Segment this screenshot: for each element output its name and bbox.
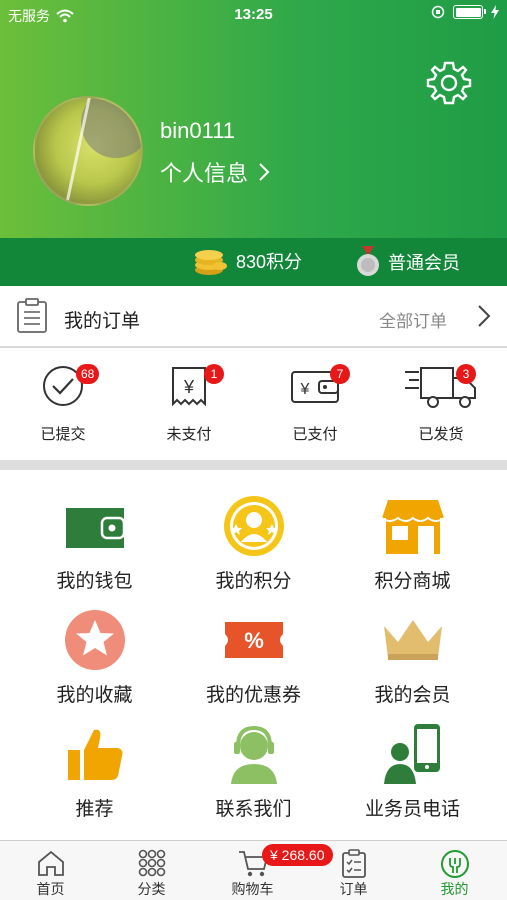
shipped-count-badge: 3 xyxy=(456,364,476,384)
customer-service-icon xyxy=(230,725,277,784)
coupon-icon: % xyxy=(224,622,283,658)
settings-gear-icon[interactable] xyxy=(426,60,472,106)
tab-label: 分类 xyxy=(137,881,166,897)
svg-text:¥: ¥ xyxy=(300,381,310,398)
member-level-label: 普通会员 xyxy=(388,253,460,273)
profile-info-label: 个人信息 xyxy=(160,161,249,186)
store-icon xyxy=(380,500,445,554)
points-balance[interactable]: 830积分 xyxy=(194,246,302,276)
tab-category[interactable]: 分类 xyxy=(101,841,202,900)
thumbs-up-icon xyxy=(67,729,122,780)
svg-text:%: % xyxy=(244,628,264,653)
status-label-submitted: 已提交 xyxy=(40,426,86,443)
medal-icon xyxy=(357,246,379,276)
battery-icon xyxy=(453,5,486,19)
tab-profile[interactable]: 我的 xyxy=(404,841,505,900)
clipboard-icon xyxy=(17,298,47,333)
svg-text:¥: ¥ xyxy=(183,377,195,397)
unpaid-count-badge: 1 xyxy=(204,364,224,384)
order-status-submitted[interactable]: 68 已提交 xyxy=(0,350,126,460)
menu-label: 业务员电话 xyxy=(364,799,460,820)
menu-label: 我的优惠券 xyxy=(205,685,301,706)
salesman-phone-icon xyxy=(383,724,440,784)
menu-label: 我的收藏 xyxy=(56,685,133,706)
all-orders-link[interactable]: 全部订单 xyxy=(379,307,447,332)
order-list-icon xyxy=(341,849,366,878)
points-medal-icon xyxy=(223,496,284,556)
order-status-shipped[interactable]: 3 已发货 xyxy=(378,350,504,460)
order-status-paid[interactable]: ¥ 7 已支付 xyxy=(252,350,378,460)
member-level[interactable]: 普通会员 xyxy=(356,246,460,278)
menu-my-coupons[interactable]: % 我的优惠券 xyxy=(169,590,338,706)
cart-total-badge: ¥ 268.60 xyxy=(262,844,333,866)
order-status-row: 68 已提交 ¥ 1 未支付 ¥ 7 已支付 3 已发货 xyxy=(0,350,507,460)
menu-my-membership[interactable]: 我的会员 xyxy=(328,590,497,706)
menu-my-points[interactable]: 我的积分 xyxy=(169,476,338,592)
menu-label: 我的积分 xyxy=(215,571,292,592)
my-orders-title: 我的订单 xyxy=(64,311,141,332)
wallet-icon xyxy=(65,508,125,548)
points-label: 830积分 xyxy=(236,252,303,272)
profile-icon xyxy=(440,850,469,878)
tab-label: 订单 xyxy=(339,881,368,897)
chevron-right-icon xyxy=(478,305,491,327)
section-divider xyxy=(0,460,507,470)
submitted-count-badge: 68 xyxy=(76,364,100,384)
avatar[interactable] xyxy=(33,96,143,206)
category-grid-icon xyxy=(138,849,165,877)
tab-label: 购物车 xyxy=(231,881,274,897)
points-bar: 830积分 普通会员 xyxy=(0,238,507,286)
menu-label: 推荐 xyxy=(75,799,114,820)
chevron-right-icon xyxy=(259,163,270,181)
feature-grid: 我的钱包 我的积分 积分商城 我的收藏 % 我的优惠券 我的会员 推荐 联系我们… xyxy=(0,470,507,840)
profile-info-link[interactable]: 个人信息 xyxy=(160,156,270,188)
order-status-unpaid[interactable]: ¥ 1 未支付 xyxy=(126,350,252,460)
coins-icon xyxy=(195,250,227,275)
status-label-unpaid: 未支付 xyxy=(166,426,212,443)
menu-my-favorites[interactable]: 我的收藏 xyxy=(10,590,179,706)
paid-count-badge: 7 xyxy=(330,364,350,384)
menu-salesman-phone[interactable]: 业务员电话 xyxy=(328,704,497,820)
menu-label: 我的钱包 xyxy=(56,571,133,592)
menu-points-mall[interactable]: 积分商城 xyxy=(328,476,497,592)
star-icon xyxy=(64,610,125,670)
tab-home[interactable]: 首页 xyxy=(0,841,101,900)
menu-recommend[interactable]: 推荐 xyxy=(10,704,179,820)
tab-label: 我的 xyxy=(440,881,469,897)
orientation-lock-icon xyxy=(431,5,445,19)
menu-label: 我的会员 xyxy=(374,685,451,706)
menu-contact-us[interactable]: 联系我们 xyxy=(169,704,338,820)
menu-label: 联系我们 xyxy=(215,799,292,820)
home-icon xyxy=(37,850,64,876)
status-right xyxy=(431,5,499,19)
status-label-paid: 已支付 xyxy=(292,426,338,443)
my-orders-header[interactable]: 我的订单 全部订单 xyxy=(0,286,507,348)
bottom-tab-bar: 首页 分类 购物车 订单 我的 xyxy=(0,840,507,900)
username: bin0111 xyxy=(160,118,236,143)
menu-my-wallet[interactable]: 我的钱包 xyxy=(10,476,179,592)
status-bar: 无服务 13:25 xyxy=(0,0,507,28)
charging-icon xyxy=(491,5,499,19)
crown-icon xyxy=(383,620,442,660)
tab-label: 首页 xyxy=(36,881,65,897)
status-label-shipped: 已发货 xyxy=(418,426,464,443)
profile-header: 无服务 13:25 bin0111 个人信息 xyxy=(0,0,507,238)
menu-label: 积分商城 xyxy=(374,571,451,592)
